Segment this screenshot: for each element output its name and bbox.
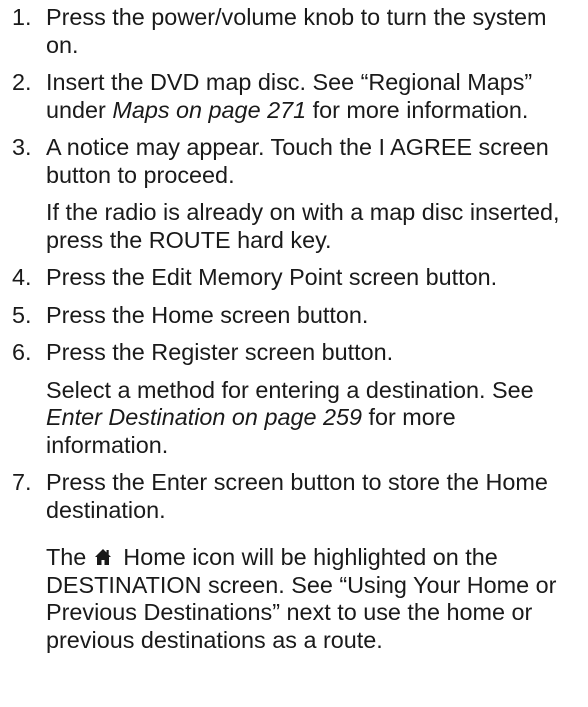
- step-number: 4.: [12, 264, 32, 290]
- step-number: 3.: [12, 134, 32, 160]
- step-5: 5. Press the Home screen button.: [12, 302, 582, 330]
- step-note: If the radio is already on with a map di…: [46, 199, 560, 253]
- step-text: Press the Enter screen button to store t…: [46, 469, 548, 523]
- step-text: Press the Register screen button.: [46, 339, 394, 365]
- instruction-steps: 1. Press the power/volume knob to turn t…: [12, 4, 582, 664]
- step-2: 2. Insert the DVD map disc. See “Regiona…: [12, 69, 582, 124]
- step-1: 1. Press the power/volume knob to turn t…: [12, 4, 582, 59]
- step-number: 6.: [12, 339, 32, 365]
- step-text: Press the Edit Memory Point screen butto…: [46, 264, 498, 290]
- step-number: 7.: [12, 469, 32, 495]
- step-note-part: The: [46, 544, 93, 570]
- page-reference: Enter Destination on page 259: [46, 404, 363, 430]
- step-text: Press the Home screen button.: [46, 301, 369, 328]
- step-number: 5.: [12, 301, 32, 328]
- step-text: A notice may appear. Touch the I AGREE s…: [46, 134, 549, 188]
- step-note: The Home icon will be highlighted on the…: [46, 544, 582, 654]
- step-4: 4. Press the Edit Memory Point screen bu…: [12, 264, 582, 292]
- step-text-part: for more information.: [306, 96, 529, 123]
- manual-page: 1. Press the power/volume knob to turn t…: [0, 0, 588, 707]
- page-reference: Maps on page 271: [112, 96, 307, 123]
- step-7: 7. Press the Enter screen button to stor…: [12, 469, 582, 654]
- step-note-part: Home icon will be highlighted on the DES…: [46, 544, 557, 653]
- step-6: 6. Press the Register screen button. Sel…: [12, 339, 582, 459]
- step-number: 1.: [12, 4, 32, 30]
- step-note: Select a method for entering a destinati…: [46, 377, 582, 460]
- step-number: 2.: [12, 69, 32, 95]
- house-icon: [93, 546, 113, 566]
- step-3: 3. A notice may appear. Touch the I AGRE…: [12, 134, 582, 254]
- step-text: Press the power/volume knob to turn the …: [46, 4, 547, 58]
- step-text: Insert the DVD map disc. See “Regional M…: [46, 69, 582, 124]
- step-note-part: Select a method for entering a destinati…: [46, 376, 534, 403]
